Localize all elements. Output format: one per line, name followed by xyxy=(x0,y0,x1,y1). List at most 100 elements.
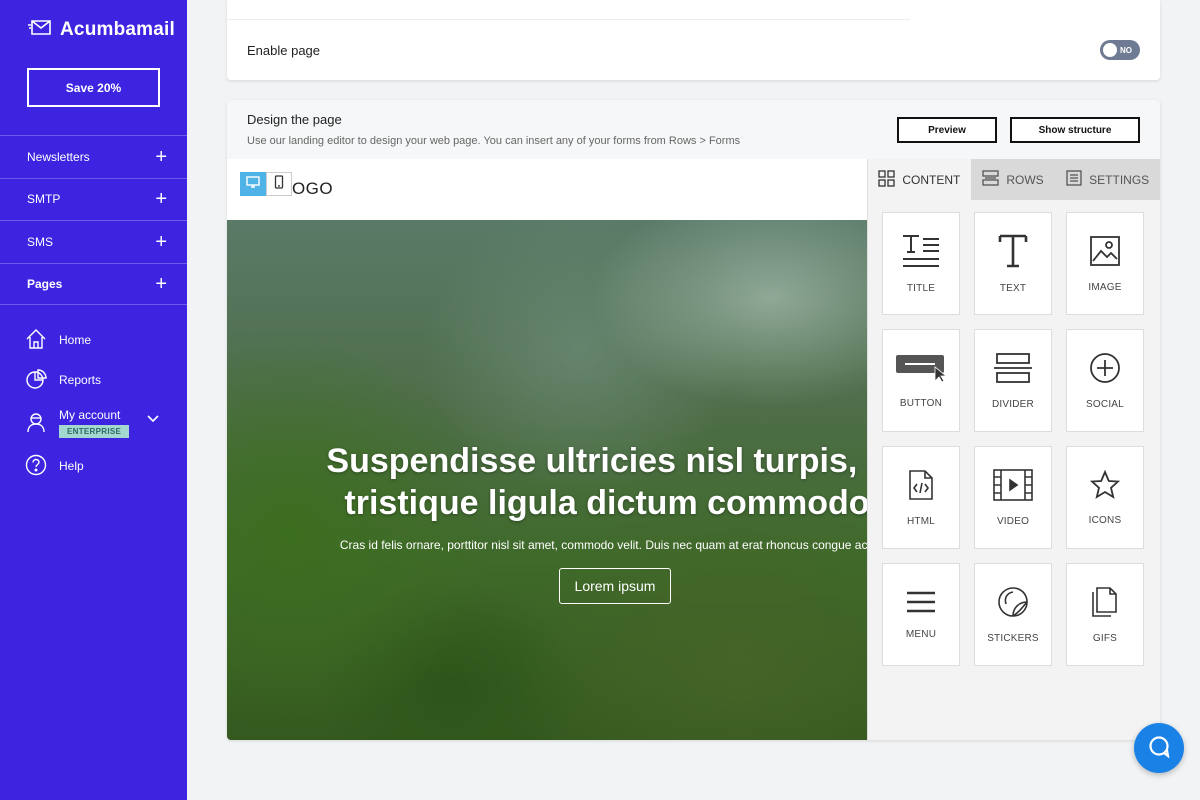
divider-icon xyxy=(993,352,1033,389)
user-icon xyxy=(25,411,47,436)
tile-text[interactable]: TEXT xyxy=(974,212,1052,315)
sidebar-item-label: SMS xyxy=(27,234,54,249)
tile-stickers[interactable]: STICKERS xyxy=(974,563,1052,666)
html-icon xyxy=(908,469,934,506)
tile-label: MENU xyxy=(905,628,937,640)
tile-divider[interactable]: DIVIDER xyxy=(974,329,1052,432)
sidebar-item-smtp[interactable]: SMTP + xyxy=(0,177,187,221)
tile-label: SOCIAL xyxy=(1086,398,1124,410)
mail-logo-icon xyxy=(28,18,52,41)
content-tiles: TITLE TEXT IMAGE BUTTON DIVIDER SOCIAL H… xyxy=(882,212,1144,666)
plus-icon: + xyxy=(155,272,167,295)
rows-icon xyxy=(982,170,999,189)
hero-paragraph[interactable]: Cras id felis ornare, porttitor nisl sit… xyxy=(227,538,867,552)
plus-icon: + xyxy=(155,145,167,168)
tile-label: IMAGE xyxy=(1088,281,1122,293)
tile-label: HTML xyxy=(906,515,936,527)
title-icon xyxy=(902,234,940,273)
nav-links: Home Reports My account ENTERPRISE Help xyxy=(25,326,175,492)
tile-gifs[interactable]: GIFS xyxy=(1066,563,1144,666)
mobile-icon xyxy=(274,174,284,194)
chevron-down-icon[interactable] xyxy=(147,412,159,426)
help-icon xyxy=(25,454,47,479)
brand[interactable]: Acumbamail xyxy=(28,18,175,41)
enable-page-toggle[interactable]: NO xyxy=(1100,40,1140,60)
tile-label: BUTTON xyxy=(899,397,943,409)
sidebar-item-sms[interactable]: SMS + xyxy=(0,220,187,263)
canvas-header-row[interactable]: LOGO xyxy=(227,159,867,220)
design-title: Design the page xyxy=(247,112,342,127)
toggle-knob xyxy=(1103,43,1117,57)
chat-bubble-icon xyxy=(1147,734,1171,763)
tile-video[interactable]: VIDEO xyxy=(974,446,1052,549)
tab-rows[interactable]: ROWS xyxy=(970,159,1056,200)
tile-html[interactable]: HTML xyxy=(882,446,960,549)
sidebar-item-label: Newsletters xyxy=(27,149,90,164)
plus-icon: + xyxy=(155,188,167,211)
sidebar-item-newsletters[interactable]: Newsletters + xyxy=(0,135,187,178)
brand-name: Acumbamail xyxy=(60,18,175,40)
tab-label: ROWS xyxy=(1006,172,1044,187)
sidebar-link-reports[interactable]: Reports xyxy=(25,366,175,394)
sidebar-link-label: My account xyxy=(59,408,121,422)
hero-title-line: tristique ligula dictum commodo xyxy=(344,484,867,522)
tile-label: TITLE xyxy=(906,282,936,294)
hero-section[interactable]: Suspendisse ultricies nisl turpis, n tri… xyxy=(227,220,867,740)
show-structure-button[interactable]: Show structure xyxy=(1010,117,1140,143)
sidebar-link-label: Help xyxy=(59,459,84,473)
tile-icons[interactable]: ICONS xyxy=(1066,446,1144,549)
save-20-button[interactable]: Save 20% xyxy=(27,68,160,107)
image-icon xyxy=(1089,235,1121,272)
tab-content[interactable]: CONTENT xyxy=(868,159,971,200)
enable-page-card: Enable page NO xyxy=(227,0,1160,80)
tab-label: CONTENT xyxy=(902,172,961,187)
gif-icon xyxy=(1091,586,1119,623)
sidebar: Acumbamail Save 20% Newsletters + SMTP +… xyxy=(0,0,187,800)
sidebar-link-home[interactable]: Home xyxy=(25,326,175,354)
tab-settings[interactable]: SETTINGS xyxy=(1055,159,1160,200)
settings-icon xyxy=(1066,170,1082,189)
sidebar-item-label: SMTP xyxy=(27,192,61,207)
tile-label: ICONS xyxy=(1088,514,1122,526)
tile-label: GIFS xyxy=(1092,632,1118,644)
plus-icon: + xyxy=(155,230,167,253)
toggle-label: NO xyxy=(1120,45,1132,55)
sticker-icon xyxy=(997,586,1029,623)
tile-social[interactable]: SOCIAL xyxy=(1066,329,1144,432)
sidebar-item-label: Pages xyxy=(27,276,63,291)
sidebar-item-pages[interactable]: Pages + xyxy=(0,262,187,305)
grid-icon xyxy=(878,169,895,190)
tile-menu[interactable]: MENU xyxy=(882,563,960,666)
text-icon xyxy=(998,234,1028,273)
star-icon xyxy=(1089,469,1121,505)
button-icon xyxy=(895,353,948,388)
chat-support-button[interactable] xyxy=(1134,723,1184,773)
design-subtitle: Use our landing editor to design your we… xyxy=(247,135,741,147)
divider xyxy=(227,19,910,20)
tile-image[interactable]: IMAGE xyxy=(1066,212,1144,315)
desktop-icon xyxy=(246,175,260,193)
desktop-view-button[interactable] xyxy=(240,172,266,196)
sidebar-link-label: Reports xyxy=(59,373,102,387)
device-toggle xyxy=(240,172,292,196)
sidebar-link-label: Home xyxy=(59,333,92,347)
pie-chart-icon xyxy=(25,368,47,393)
mobile-view-button[interactable] xyxy=(266,172,292,196)
panel-tabs: CONTENT ROWS SETTINGS xyxy=(868,159,1160,200)
content-panel: CONTENT ROWS SETTINGS TITLE TEXT IMAGE B… xyxy=(867,159,1160,740)
editor-canvas[interactable]: LOGO Suspendisse ultricies nisl turpis, … xyxy=(227,159,867,740)
preview-button[interactable]: Preview xyxy=(897,117,997,143)
nav-sections: Newsletters + SMTP + SMS + Pages + xyxy=(0,135,187,305)
hero-title[interactable]: Suspendisse ultricies nisl turpis, n tri… xyxy=(227,440,867,524)
tile-title[interactable]: TITLE xyxy=(882,212,960,315)
sidebar-link-my-account[interactable]: My account ENTERPRISE xyxy=(25,406,175,440)
tab-label: SETTINGS xyxy=(1089,172,1150,187)
social-icon xyxy=(1089,352,1121,389)
enterprise-badge: ENTERPRISE xyxy=(59,425,130,438)
tile-label: DIVIDER xyxy=(992,398,1034,410)
enable-page-label: Enable page xyxy=(247,43,321,58)
tile-label: VIDEO xyxy=(996,515,1030,527)
tile-button[interactable]: BUTTON xyxy=(882,329,960,432)
hero-cta-button[interactable]: Lorem ipsum xyxy=(559,568,671,604)
sidebar-link-help[interactable]: Help xyxy=(25,452,175,480)
